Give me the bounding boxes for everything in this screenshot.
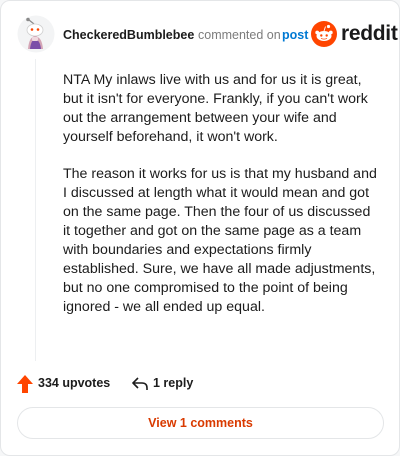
comment-paragraph: The reason it works for us is that my hu… [63, 166, 377, 315]
upvote-count[interactable]: 334 upvotes [38, 376, 110, 390]
comment-card: CheckeredBumblebee commented on post red… [0, 0, 400, 456]
comment-header: CheckeredBumblebee commented on post red… [17, 15, 398, 55]
view-comments-button[interactable]: View 1 comments [17, 407, 384, 439]
reddit-wordmark: reddit [341, 22, 398, 45]
comment-actions: 334 upvotes 1 reply [17, 373, 377, 395]
upvote-arrow-icon[interactable] [17, 375, 33, 393]
comment-paragraph: NTA My inlaws live with us and for us it… [63, 72, 368, 145]
comment-action-text: commented on [198, 28, 281, 42]
comment-username[interactable]: CheckeredBumblebee [63, 28, 194, 42]
reply-arrow-icon[interactable] [131, 376, 149, 392]
reddit-logo-icon [311, 21, 337, 47]
user-avatar-icon[interactable] [17, 15, 55, 53]
post-link[interactable]: post [282, 28, 308, 42]
thread-line[interactable] [35, 59, 36, 361]
comment-body: NTA My inlaws live with us and for us it… [63, 71, 381, 335]
reply-count[interactable]: 1 reply [153, 376, 193, 390]
